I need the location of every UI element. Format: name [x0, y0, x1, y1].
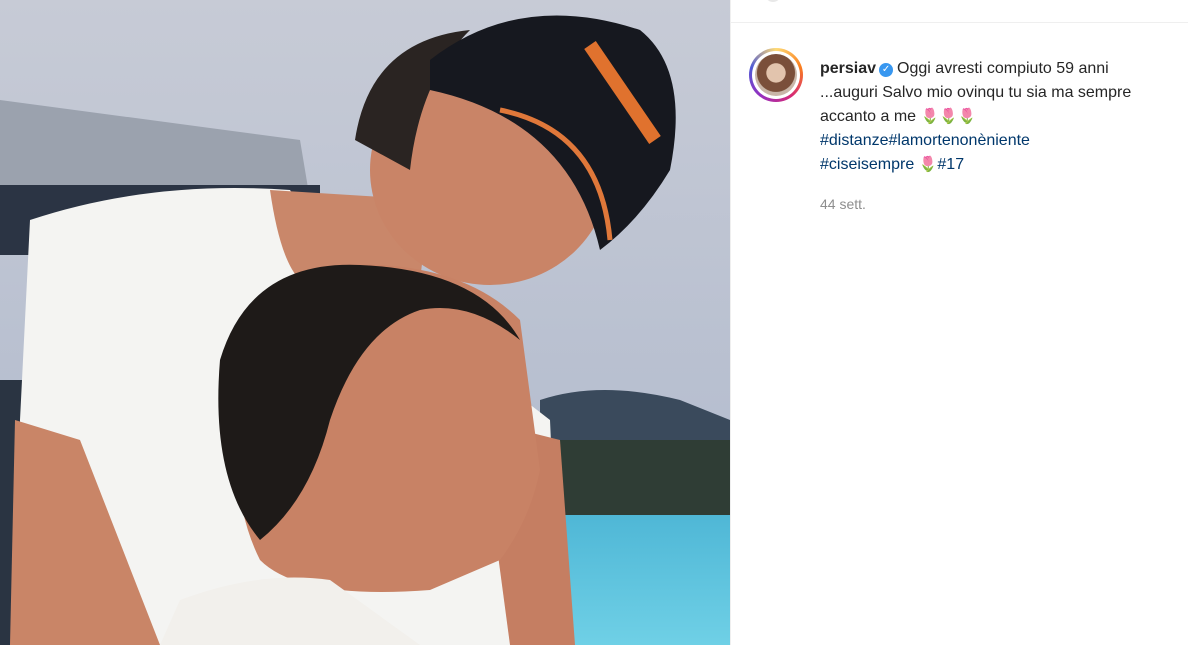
post-caption: persiav ✓ Oggi avresti compiuto 59 anni ..… — [820, 57, 1160, 177]
avatar[interactable] — [749, 48, 803, 102]
post-timestamp[interactable]: 44 sett. — [820, 196, 866, 212]
hashtag-ciseisempre[interactable]: #ciseisempre — [820, 156, 914, 173]
post-details-panel: persiav ✓ Oggi avresti compiuto 59 anni ..… — [730, 0, 1188, 645]
hashtag-distanze[interactable]: #distanze#lamortenonèniente — [820, 132, 1030, 149]
partial-avatar — [765, 0, 781, 2]
verified-badge-icon: ✓ — [879, 63, 894, 77]
avatar-photo — [755, 54, 797, 96]
hashtag-17[interactable]: #17 — [937, 156, 964, 173]
avatar-ring-inner — [752, 51, 800, 99]
username-link[interactable]: persiav — [820, 60, 876, 77]
post-photo[interactable] — [0, 0, 730, 645]
tulip-emoji: 🌷 — [918, 156, 938, 173]
tulip-emoji-group: 🌷🌷🌷 — [920, 108, 977, 125]
photo-image — [0, 0, 730, 645]
top-strip — [731, 0, 1188, 23]
